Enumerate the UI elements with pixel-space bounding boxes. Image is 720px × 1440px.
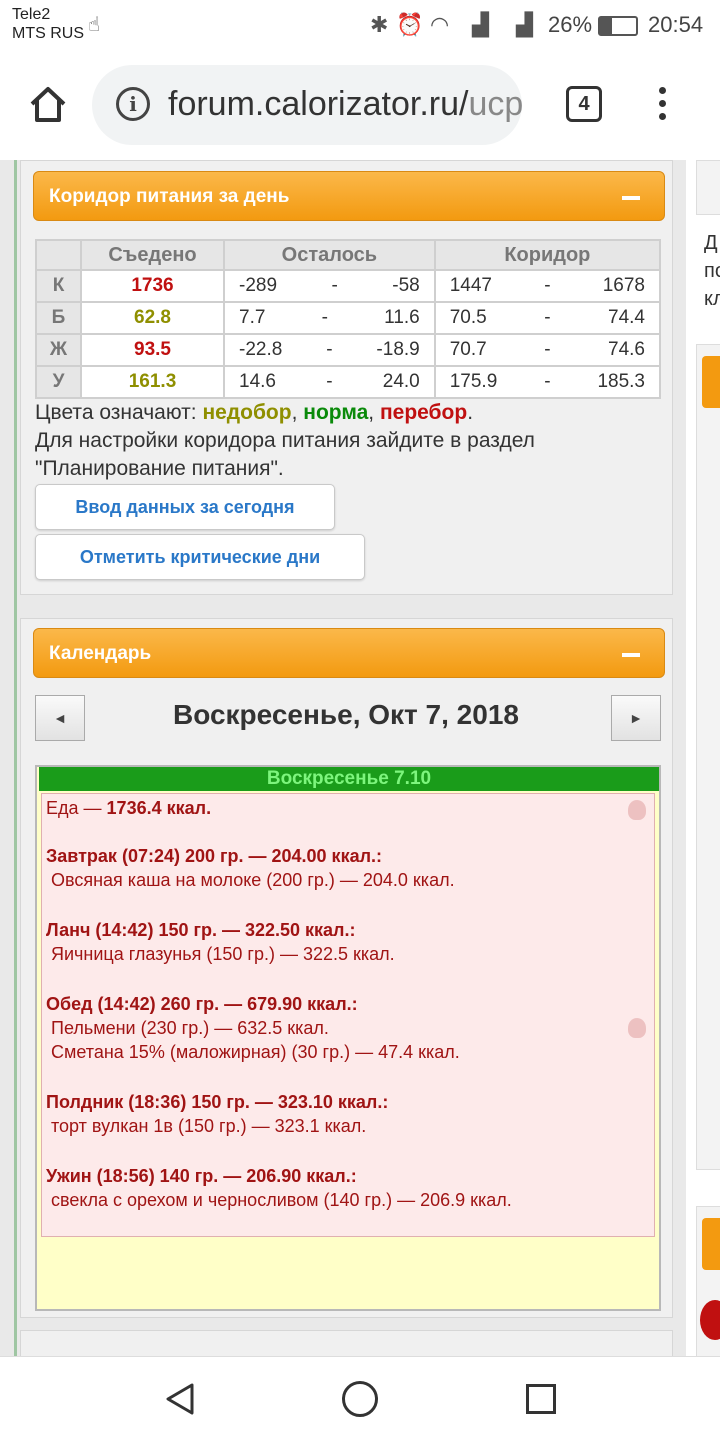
corridor-table: Съедено Осталось Коридор К 1736 -289- -58 14… (35, 239, 662, 399)
corridor-range: 175.9-185.3 (433, 365, 662, 399)
corridor-header[interactable]: Коридор питания за день (33, 171, 665, 221)
menu-icon[interactable] (652, 84, 672, 124)
meal-item: Овсяная каша на молоке (200 гр.) — 204.0… (51, 870, 455, 890)
eaten-value: 161.3 (80, 365, 225, 399)
row-label: У (35, 365, 82, 399)
corridor-range: 70.7-74.6 (433, 333, 662, 367)
calendar-date-title: Воскресенье, Окт 7, 2018 (173, 699, 519, 730)
info-icon[interactable]: i (116, 87, 150, 121)
col-header-eaten: Съедено (80, 239, 225, 271)
meal-heading: Обед (14:42) 260 гр. — 679.90 ккал.: (46, 994, 358, 1014)
wifi-icon: ◠ (430, 12, 450, 37)
meal-heading: Полдник (18:36) 150 гр. — 323.10 ккал.: (46, 1092, 389, 1112)
signal-icon-2: ▟ (516, 12, 533, 37)
meal-item: свекла с орехом и черносливом (140 гр.) … (51, 1190, 512, 1210)
tab-switcher-button[interactable]: 4 (566, 86, 602, 122)
legend-over: перебор (379, 401, 468, 424)
corridor-panel: Коридор питания за день Съедено Осталось… (20, 160, 673, 595)
signal-icon: ▟ (472, 12, 489, 37)
corridor-range: 70.5-74.4 (433, 301, 662, 335)
next-panel (20, 1330, 673, 1356)
eaten-value: 93.5 (80, 333, 225, 367)
corridor-hint: Для настройки коридора питания зайдите в… (35, 429, 535, 480)
right-text-3: кл (704, 288, 720, 310)
critical-days-button[interactable]: Отметить критические дни (35, 534, 365, 580)
meal-heading: Ланч (14:42) 150 гр. — 322.50 ккал.: (46, 920, 356, 940)
row-label: К (35, 269, 82, 303)
signal-hand-icon: ☝ (88, 14, 101, 36)
back-icon[interactable] (162, 1381, 198, 1417)
home-circle-icon[interactable] (342, 1381, 378, 1417)
status-bar: Tele2 MTS RUS ☝ ✱ ⏰ ◠ ▟ ▟ 26% 20:54 (0, 0, 720, 50)
system-nav-bar (0, 1356, 720, 1440)
battery-icon (598, 16, 638, 36)
meal-heading: Ужин (18:56) 140 гр. — 206.90 ккал.: (46, 1166, 357, 1186)
left-range: -22.8- -18.9 (223, 333, 436, 367)
carrier-1: Tele2 (12, 6, 51, 23)
recent-apps-icon[interactable] (526, 1384, 556, 1414)
right-header-1 (702, 356, 720, 408)
home-icon[interactable] (26, 82, 70, 126)
meal-item: Яичница глазунья (150 гр.) — 322.5 ккал. (51, 944, 395, 964)
calendar-panel: Календарь ◄ Воскресенье, Окт 7, 2018 ► В… (20, 618, 673, 1318)
carrier-2: MTS RUS (12, 25, 84, 42)
right-box-mid (696, 344, 720, 1170)
bluetooth-icon: ✱ (370, 12, 389, 37)
eaten-value: 62.8 (80, 301, 225, 335)
day-entries: Еда — 1736.4 ккал. Завтрак (07:24) 200 г… (41, 793, 655, 1237)
meal-heading: Завтрак (07:24) 200 гр. — 204.00 ккал.: (46, 846, 383, 866)
collapse-icon[interactable] (622, 196, 640, 200)
meal-item: торт вулкан 1в (150 гр.) — 323.1 ккал. (51, 1116, 367, 1136)
day-box: Воскресенье 7.10 Еда — 1736.4 ккал. Завт… (35, 765, 661, 1311)
address-bar[interactable]: i forum.calorizator.ru/ucр (92, 65, 522, 145)
corridor-row: Б 62.8 7.7-11.6 70.5-74.4 (35, 301, 662, 335)
left-range: 14.6-24.0 (223, 365, 436, 399)
next-day-button[interactable]: ► (611, 695, 661, 741)
eaten-value: 1736 (80, 269, 225, 303)
browser-toolbar: i forum.calorizator.ru/ucр 4 (0, 50, 720, 160)
url-text[interactable]: forum.calorizator.ru/ucр (168, 85, 522, 124)
left-border (14, 160, 17, 1356)
battery-percent: 26% (548, 12, 593, 37)
clock: 20:54 (648, 12, 704, 37)
corridor-title: Коридор питания за день (49, 186, 290, 207)
page-content: Коридор питания за день Съедено Осталось… (0, 160, 720, 1356)
right-header-2 (702, 1218, 720, 1270)
right-text-2: по (704, 260, 720, 282)
edit-hand-icon[interactable] (628, 1018, 646, 1038)
day-bar[interactable]: Воскресенье 7.10 (39, 767, 659, 791)
legend-under: недобор (202, 401, 292, 424)
meal-item: Пельмени (230 гр.) — 632.5 ккал. (51, 1018, 329, 1038)
row-label: Ж (35, 333, 82, 367)
enter-data-button[interactable]: Ввод данных за сегодня (35, 484, 335, 530)
left-range: -289- -58 (223, 269, 436, 303)
col-header-corridor: Коридор (433, 239, 662, 271)
col-header-left: Осталось (223, 239, 436, 271)
corridor-row: К 1736 -289- -58 1447-1678 (35, 269, 662, 303)
food-total: Еда — 1736.4 ккал. (46, 798, 212, 818)
edit-hand-icon[interactable] (628, 800, 646, 820)
legend-line: Цвета означают: недобор, норма, перебор. (35, 401, 474, 424)
alarm-icon: ⏰ (396, 12, 424, 37)
corridor-range: 1447-1678 (433, 269, 662, 303)
collapse-icon[interactable] (622, 653, 640, 657)
legend-norm: норма (303, 401, 369, 424)
right-box-top (696, 160, 720, 215)
corridor-row: Ж 93.5 -22.8- -18.9 70.7-74.6 (35, 333, 662, 367)
left-range: 7.7-11.6 (223, 301, 436, 335)
calendar-title: Календарь (49, 643, 152, 664)
corridor-row: У 161.3 14.6-24.0 175.9-185.3 (35, 365, 662, 399)
prev-day-button[interactable]: ◄ (35, 695, 85, 741)
calendar-header[interactable]: Календарь (33, 628, 665, 678)
legend: Цвета означают: недобор, норма, перебор.… (35, 399, 665, 483)
col-header-empty (35, 239, 82, 271)
meal-item: Сметана 15% (маложирная) (30 гр.) — 47.4… (51, 1042, 460, 1062)
right-text-1: Д (704, 232, 718, 254)
row-label: Б (35, 301, 82, 335)
